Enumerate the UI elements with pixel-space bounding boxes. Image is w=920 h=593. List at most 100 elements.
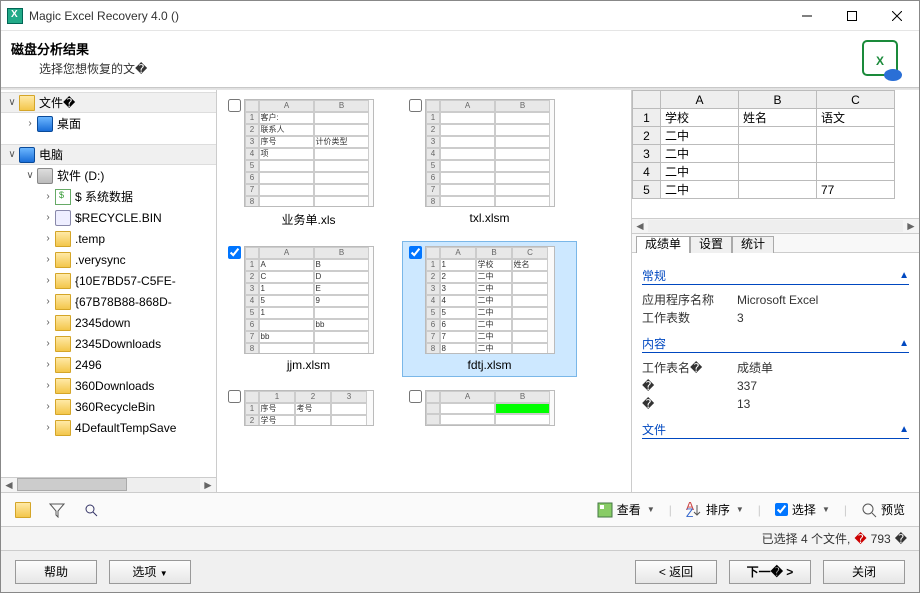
window-controls — [784, 1, 919, 30]
tab-sheet2[interactable]: 设置 — [690, 236, 732, 253]
prop-key: � — [642, 377, 737, 395]
tree-root-computer[interactable]: ∨ 电脑 — [1, 144, 216, 165]
status-size: 793 — [871, 532, 891, 546]
file-checkbox[interactable] — [409, 99, 422, 112]
section-content[interactable]: 内容▲ — [642, 335, 909, 353]
file-checkbox[interactable] — [228, 99, 241, 112]
expand-icon[interactable]: ∨ — [5, 97, 19, 108]
file-item[interactable]: 1231序号考号2学号3322002 — [221, 385, 396, 431]
expand-icon[interactable]: › — [41, 212, 55, 223]
tree-folder[interactable]: › {10E7BD57-C5FE- — [1, 270, 216, 291]
tree-folder[interactable]: ›360Downloads — [1, 375, 216, 396]
file-item[interactable]: AB1AB2CD31E45951 6 bb7bb8jjm.xlsm — [221, 241, 396, 377]
back-button[interactable]: < 返回 — [635, 560, 717, 584]
tree-folder[interactable]: ›2496 — [1, 354, 216, 375]
file-checkbox[interactable] — [409, 390, 422, 403]
expand-icon[interactable]: ∨ — [5, 149, 19, 160]
expand-icon[interactable]: › — [41, 296, 55, 307]
folder-icon — [55, 210, 71, 226]
section-general[interactable]: 常规▲ — [642, 267, 909, 285]
preview-hscroll[interactable]: ◄► — [632, 218, 919, 233]
folder-icon — [55, 315, 71, 331]
tree-hscrollbar[interactable]: ◄► — [1, 477, 216, 492]
expand-icon[interactable]: › — [41, 401, 55, 412]
footer: 帮助 选项 ▼ < 返回 下一� > 关闭 — [1, 550, 919, 592]
expand-icon[interactable]: › — [41, 233, 55, 244]
expand-icon[interactable]: › — [23, 118, 37, 129]
prop-key: 工作表数 — [642, 309, 737, 327]
folder-icon — [55, 378, 71, 394]
prop-key: 应用程序名称 — [642, 291, 737, 309]
folder-tree[interactable]: ∨ 文件� › 桌面 ∨ 电脑 ∨ 软件 (D — [1, 90, 216, 477]
file-grid[interactable]: AB1客户:2联系人3序号计价类型4项5678业务单.xlsAB12345678… — [217, 90, 632, 492]
file-name: fdtj.xlsm — [467, 358, 511, 372]
close-button[interactable] — [874, 1, 919, 30]
folder-icon — [55, 420, 71, 436]
file-item[interactable]: AB123456789101112txl.xlsm — [402, 94, 577, 233]
tree-folder[interactable]: › 360RecycleBin — [1, 396, 216, 417]
section-file[interactable]: 文件▲ — [642, 421, 909, 439]
tree-root-files[interactable]: ∨ 文件� — [1, 92, 216, 113]
file-checkbox[interactable] — [228, 246, 241, 259]
tree-folder[interactable]: › $ 系统数据 — [1, 186, 216, 207]
properties: 常规▲ 应用程序名称Microsoft Excel工作表数3 内容▲ 工作表名�… — [632, 253, 919, 492]
expand-icon[interactable]: › — [41, 317, 55, 328]
file-item[interactable]: ABC11学校姓名22二中33二中44二中55二中66二中77二中88二中99二… — [402, 241, 577, 377]
main-body: ∨ 文件� › 桌面 ∨ 电脑 ∨ 软件 (D — [1, 89, 919, 492]
tree-label: 360RecycleBin — [75, 400, 155, 414]
tree-folder[interactable]: ›$RECYCLE.BIN — [1, 207, 216, 228]
status-text: 已选择 4 个文件, — [762, 530, 851, 547]
tree-folder[interactable]: ›{67B78B88-868D- — [1, 291, 216, 312]
expand-icon[interactable]: › — [41, 254, 55, 265]
tree-folder[interactable]: ›4DefaultTempSave — [1, 417, 216, 438]
select-button[interactable]: 选择▼ — [771, 499, 834, 520]
tree-label: $ 系统数据 — [75, 188, 133, 205]
tool-export-icon[interactable] — [11, 500, 35, 520]
tool-search-icon[interactable] — [79, 500, 103, 520]
tree-desktop[interactable]: › 桌面 — [1, 113, 216, 134]
status-bar: 已选择 4 个文件, � 793 � — [1, 526, 919, 550]
next-button[interactable]: 下一� > — [729, 560, 811, 584]
tab-sheet3[interactable]: 统计 — [732, 236, 774, 253]
expand-icon[interactable]: › — [41, 380, 55, 391]
tab-sheet1[interactable]: 成绩单 — [636, 236, 690, 253]
collapse-icon: ▲ — [899, 338, 909, 349]
options-button[interactable]: 选项 ▼ — [109, 560, 191, 584]
prop-value: 3 — [737, 309, 744, 327]
expand-icon[interactable]: › — [41, 191, 55, 202]
maximize-button[interactable] — [829, 1, 874, 30]
expand-icon[interactable]: › — [41, 275, 55, 286]
tree-label: {10E7BD57-C5FE- — [75, 274, 176, 288]
tree-folder[interactable]: ›.verysync — [1, 249, 216, 270]
file-item[interactable]: AB1客户:2联系人3序号计价类型4项5678业务单.xls — [221, 94, 396, 233]
tree-folder[interactable]: › 2345Downloads — [1, 333, 216, 354]
folder-icon — [55, 294, 71, 310]
file-checkbox[interactable] — [409, 246, 422, 259]
app-window: Magic Excel Recovery 4.0 () 磁盘分析结果 选择您想恢… — [0, 0, 920, 593]
file-item[interactable]: AB — [402, 385, 577, 431]
view-toolbar: 查看▼ | AZ 排序▼ | 选择▼ | 预览 — [1, 492, 919, 526]
close-footer-button[interactable]: 关闭 — [823, 560, 905, 584]
expand-icon[interactable]: › — [41, 422, 55, 433]
file-name: jjm.xlsm — [287, 358, 330, 372]
preview-button[interactable]: 预览 — [857, 499, 909, 520]
tree-folder[interactable]: ›.temp — [1, 228, 216, 249]
expand-icon[interactable]: ∨ — [23, 170, 37, 181]
select-checkbox[interactable] — [775, 503, 788, 516]
sort-button[interactable]: AZ 排序▼ — [682, 499, 748, 520]
page-title: 磁盘分析结果 — [11, 39, 909, 58]
sheet-tabs: 成绩单 设置 统计 — [632, 233, 919, 253]
desktop-icon — [37, 116, 53, 132]
tree-label: 2345Downloads — [75, 337, 161, 351]
tree-disk[interactable]: ∨ 软件 (D:) — [1, 165, 216, 186]
minimize-button[interactable] — [784, 1, 829, 30]
tree-panel: ∨ 文件� › 桌面 ∨ 电脑 ∨ 软件 (D — [1, 90, 217, 492]
expand-icon[interactable]: › — [41, 359, 55, 370]
file-checkbox[interactable] — [228, 390, 241, 403]
preview-sheet[interactable]: ABC1学校姓名语文2二中3二中4二中5二中77 — [632, 90, 919, 218]
expand-icon[interactable]: › — [41, 338, 55, 349]
tree-folder[interactable]: ›2345down — [1, 312, 216, 333]
tool-filter-icon[interactable] — [45, 500, 69, 520]
view-mode-button[interactable]: 查看▼ — [593, 499, 659, 520]
help-button[interactable]: 帮助 — [15, 560, 97, 584]
